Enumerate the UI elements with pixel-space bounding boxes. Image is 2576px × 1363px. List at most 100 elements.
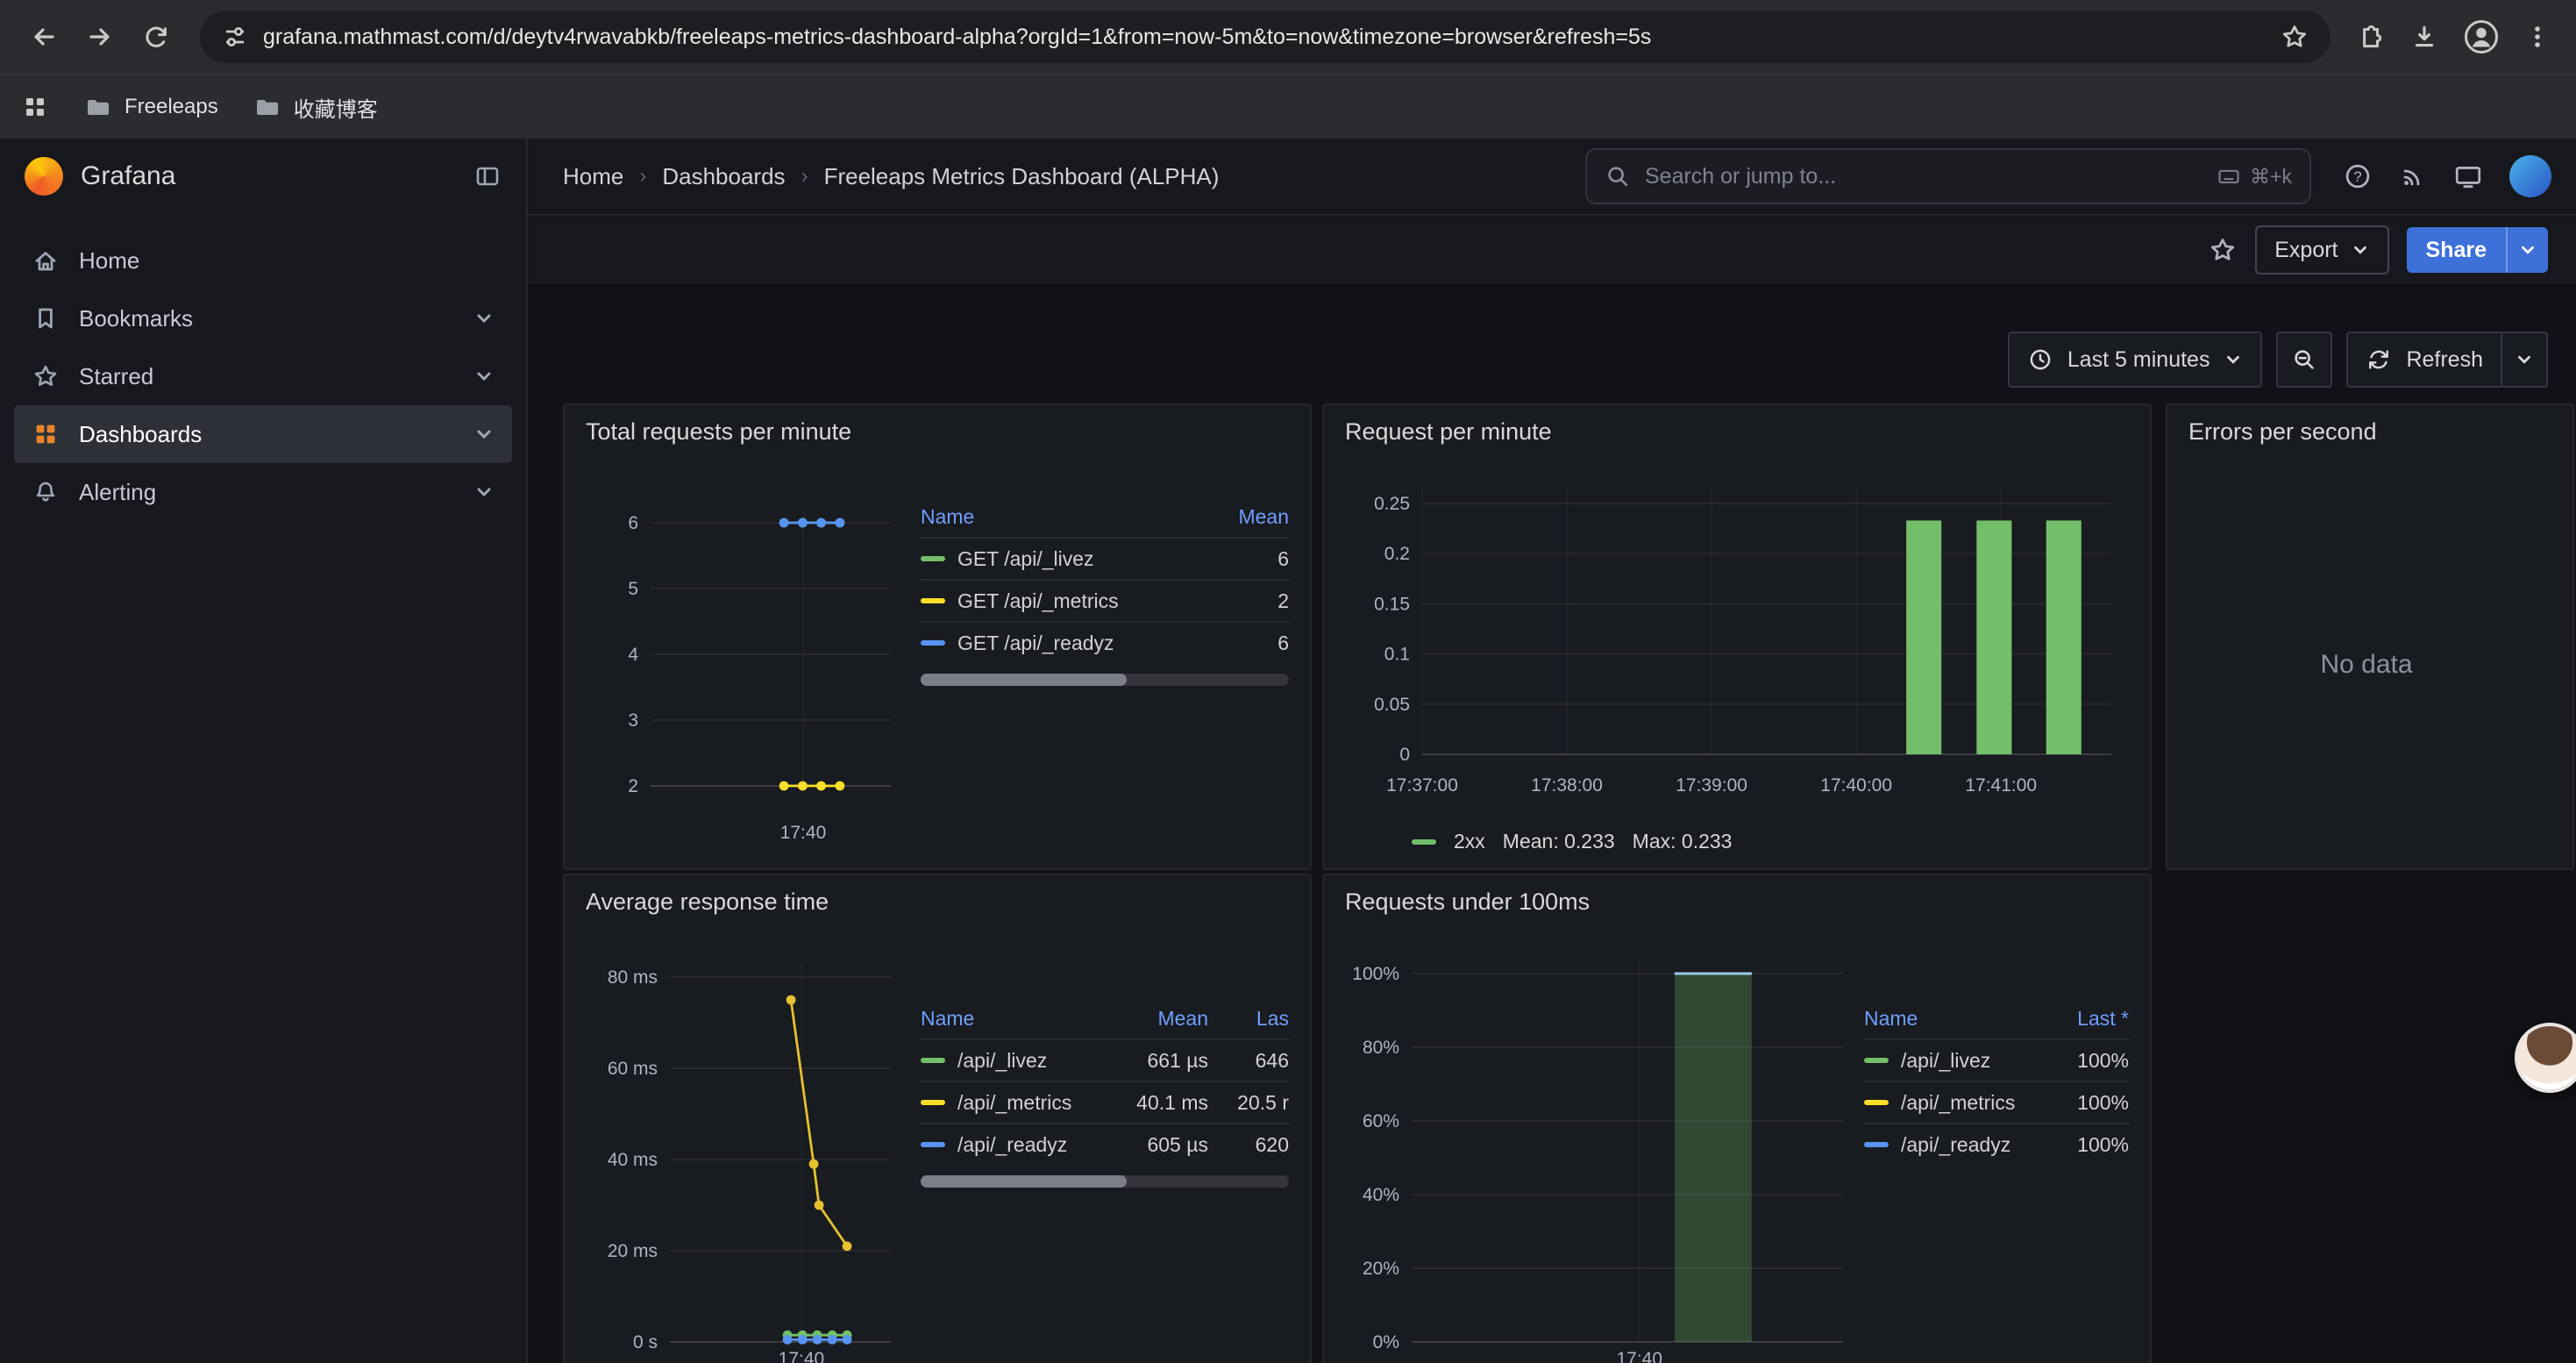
bookmark-item-freeleaps[interactable]: Freeleaps [84, 93, 218, 121]
help-icon[interactable]: ? [2343, 161, 2373, 191]
bookmark-icon [32, 304, 60, 332]
refresh-interval-button[interactable] [2501, 333, 2546, 386]
svg-text:6: 6 [628, 513, 638, 533]
legend-row[interactable]: /api/_readyz605 µs620 [921, 1123, 1289, 1165]
back-button[interactable] [18, 11, 70, 63]
svg-text:40 ms: 40 ms [608, 1150, 658, 1170]
panel-title[interactable]: Average response time [565, 875, 1310, 928]
legend-scrollbar[interactable] [921, 674, 1289, 686]
legend-header[interactable]: Name [921, 505, 1191, 529]
time-range-label: Last 5 minutes [2067, 347, 2210, 373]
export-button[interactable]: Export [2255, 225, 2388, 275]
legend-table: NameMeanLas/api/_livez661 µs646/api/_met… [921, 998, 1296, 1188]
sidebar-item-home[interactable]: Home [14, 232, 512, 289]
legend-stats[interactable]: 2xx Mean: 0.233 Max: 0.233 [1331, 823, 1732, 853]
browser-menu-icon[interactable] [2523, 23, 2551, 51]
refresh-button[interactable]: Refresh [2348, 333, 2501, 386]
series-name: /api/_livez [1901, 1049, 1990, 1073]
legend-row[interactable]: /api/_livez100% [1864, 1038, 2129, 1081]
panel-average-response-time: Average response time 80 ms60 ms40 ms20 … [563, 874, 1312, 1363]
panel-title[interactable]: Request per minute [1324, 405, 2150, 458]
legend-row[interactable]: GET /api/_readyz6 [921, 621, 1289, 663]
panel-title[interactable]: Total requests per minute [565, 405, 1310, 458]
scrollbar-thumb[interactable] [921, 1175, 1127, 1188]
series-name: GET /api/_readyz [957, 632, 1114, 655]
breadcrumb-current[interactable]: Freeleaps Metrics Dashboard (ALPHA) [824, 163, 1220, 190]
forward-button[interactable] [74, 11, 126, 63]
user-avatar[interactable] [2509, 155, 2551, 197]
legend-row[interactable]: GET /api/_livez6 [921, 537, 1289, 579]
zoom-out-button[interactable] [2276, 332, 2332, 388]
legend-row[interactable]: GET /api/_metrics2 [921, 579, 1289, 621]
panel-errors-per-second: Errors per second No data [2166, 403, 2574, 870]
extensions-icon[interactable] [2355, 22, 2385, 52]
bookmark-item-blog[interactable]: 收藏博客 [253, 92, 378, 123]
svg-text:0.25: 0.25 [1374, 494, 1410, 514]
assistant-avatar[interactable] [2515, 1023, 2576, 1093]
svg-text:60 ms: 60 ms [608, 1059, 658, 1079]
series-name: /api/_readyz [957, 1133, 1067, 1157]
panel-title[interactable]: Errors per second [2167, 405, 2572, 458]
chevron-down-icon[interactable] [473, 366, 495, 387]
rss-icon[interactable] [2399, 162, 2427, 190]
series-value: 20.5 r [1208, 1091, 1289, 1115]
address-bar[interactable]: grafana.mathmast.com/d/deytv4rwavabkb/fr… [200, 11, 2330, 63]
search-input[interactable]: Search or jump to... ⌘+k [1585, 148, 2311, 204]
share-button[interactable]: Share [2407, 227, 2506, 273]
breadcrumb-dashboards[interactable]: Dashboards [662, 163, 785, 190]
legend-row[interactable]: /api/_readyz100% [1864, 1123, 2129, 1165]
sidebar-item-dashboards[interactable]: Dashboards [14, 405, 512, 463]
request-per-minute-chart: 0.250.20.150.10.05017:37:0017:38:0017:39… [1331, 461, 2125, 823]
grafana-logo[interactable] [25, 157, 63, 196]
time-range-picker[interactable]: Last 5 minutes [2008, 332, 2263, 388]
favorite-star-icon[interactable] [2208, 235, 2238, 265]
sidebar-item-alerting[interactable]: Alerting [14, 463, 512, 521]
monitor-icon[interactable] [2453, 161, 2483, 191]
svg-text:17:40: 17:40 [1616, 1349, 1662, 1363]
bookmark-star-icon[interactable] [2280, 22, 2309, 52]
legend-table: NameLast * /api/_livez100%/api/_metrics10… [1864, 998, 2136, 1165]
sidebar-item-starred[interactable]: Starred [14, 347, 512, 405]
chevron-down-icon[interactable] [473, 482, 495, 503]
chevron-down-icon[interactable] [473, 424, 495, 445]
folder-icon [84, 93, 112, 121]
panel-title[interactable]: Requests under 100ms [1324, 875, 2150, 928]
breadcrumb: Home › Dashboards › Freeleaps Metrics Da… [563, 163, 1219, 190]
breadcrumb-separator: › [801, 164, 808, 189]
download-icon[interactable] [2409, 22, 2439, 52]
svg-text:20%: 20% [1363, 1259, 1399, 1279]
svg-text:80 ms: 80 ms [608, 967, 658, 988]
series-value: 6 [1191, 547, 1289, 571]
share-menu-button[interactable] [2506, 227, 2548, 273]
svg-text:0.1: 0.1 [1384, 645, 1410, 665]
legend-row[interactable]: /api/_metrics100% [1864, 1081, 2129, 1123]
home-icon [32, 246, 60, 275]
legend-header[interactable]: Mean [1099, 1007, 1208, 1031]
legend-row[interactable]: /api/_livez661 µs646 [921, 1038, 1289, 1081]
scrollbar-thumb[interactable] [921, 674, 1127, 686]
chevron-down-icon[interactable] [473, 308, 495, 329]
breadcrumb-home[interactable]: Home [563, 163, 623, 190]
legend-header[interactable]: Name [921, 1007, 1099, 1031]
panel-request-per-minute: Request per minute 0.250.20.150.10.05017… [1322, 403, 2152, 870]
sidebar-item-bookmarks[interactable]: Bookmarks [14, 289, 512, 347]
legend-header[interactable]: Mean [1191, 505, 1289, 529]
browser-profile-avatar[interactable] [2464, 19, 2499, 54]
apps-grid-icon[interactable] [21, 93, 49, 121]
legend-header[interactable]: Name [1864, 1007, 2027, 1031]
svg-text:5: 5 [628, 579, 638, 599]
series-color-icon [921, 1058, 945, 1063]
share-button-group: Share [2407, 227, 2548, 273]
sidebar-item-label: Home [79, 247, 139, 275]
refresh-icon [2366, 346, 2392, 373]
reload-button[interactable] [130, 11, 182, 63]
site-settings-icon[interactable] [221, 23, 249, 51]
sidebar-toggle-button[interactable] [473, 162, 502, 190]
legend-header[interactable]: Last * [2027, 1007, 2129, 1031]
forward-icon [86, 23, 114, 51]
legend-row[interactable]: /api/_metrics40.1 ms20.5 r [921, 1081, 1289, 1123]
browser-window: grafana.mathmast.com/d/deytv4rwavabkb/fr… [0, 0, 2576, 1363]
legend-header[interactable]: Las [1208, 1007, 1289, 1031]
legend-scrollbar[interactable] [921, 1175, 1289, 1188]
series-color-icon [921, 1142, 945, 1147]
